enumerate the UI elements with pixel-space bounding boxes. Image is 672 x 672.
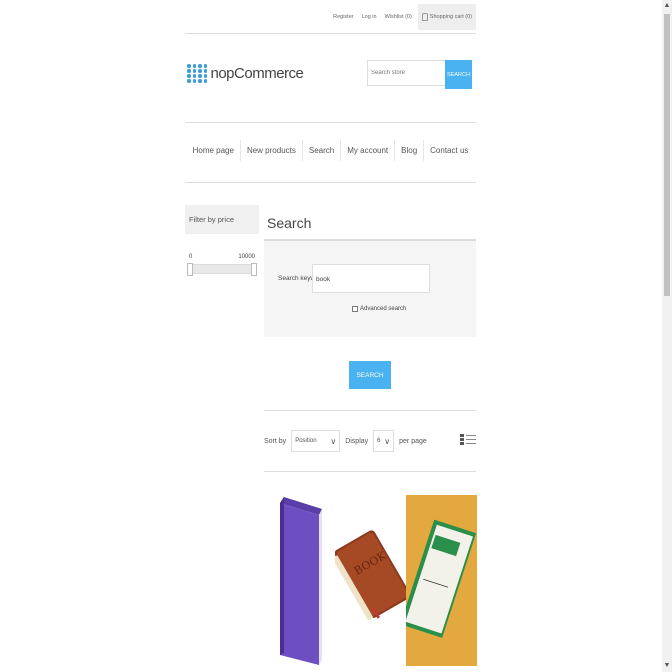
view-mode-icon[interactable] <box>460 434 476 445</box>
search-main: Search Search keyword: book Advanced sea… <box>264 205 477 666</box>
top-menu: Home page New products Search My account… <box>185 140 476 161</box>
shopping-bag-icon <box>421 13 428 21</box>
divider <box>185 33 476 34</box>
divider <box>185 122 476 123</box>
product-grid: BOOK <box>264 495 477 666</box>
register-link[interactable]: Register <box>333 14 353 20</box>
scroll-down-icon[interactable]: ▼ <box>662 660 672 672</box>
per-page-label: per page <box>399 437 427 445</box>
scroll-up-icon[interactable]: ▲ <box>662 0 672 12</box>
search-store-button[interactable]: SEARCH <box>445 60 472 89</box>
logo-text: nopCommerce <box>210 64 304 82</box>
checkbox-icon <box>352 306 358 312</box>
search-button[interactable]: SEARCH <box>349 361 391 389</box>
scrollbar-thumb[interactable] <box>664 14 670 296</box>
page-size-select[interactable]: 6 ∨ <box>373 430 395 452</box>
product-image-brown-book[interactable]: BOOK <box>332 495 411 666</box>
cart-label: Shopping cart (0) <box>429 14 472 20</box>
sort-select[interactable]: Position ∨ <box>291 430 341 452</box>
search-panel: Search keyword: book Advanced search <box>264 241 476 337</box>
advanced-search-label: Advanced search <box>360 306 407 312</box>
display-label: Display <box>345 437 369 445</box>
logo[interactable]: nopCommerce <box>187 64 304 83</box>
keyword-input[interactable]: book <box>312 264 430 293</box>
shopping-cart-link[interactable]: Shopping cart (0) <box>417 4 476 30</box>
price-filter: Filter by price 0 10000 <box>185 205 259 276</box>
wishlist-link[interactable]: Wishlist (0) <box>385 14 412 20</box>
price-slider[interactable] <box>187 263 257 276</box>
divider <box>264 410 476 411</box>
login-link[interactable]: Log in <box>362 14 377 20</box>
product-controls: Sort by Position ∨ Display 6 ∨ per page <box>264 430 476 452</box>
page-title: Search <box>267 215 312 231</box>
advanced-search-checkbox[interactable]: Advanced search <box>352 306 406 312</box>
price-range-labels: 0 10000 <box>185 254 259 260</box>
search-store-input[interactable] <box>367 60 445 86</box>
divider <box>264 471 476 472</box>
menu-contact-us[interactable]: Contact us <box>423 140 474 161</box>
store-search: SEARCH <box>367 60 472 89</box>
product-image-green-book[interactable] <box>400 495 477 666</box>
slider-handle-min[interactable] <box>187 263 193 276</box>
product-image-purple-book[interactable] <box>264 495 335 666</box>
menu-new-products[interactable]: New products <box>239 140 302 161</box>
slider-handle-max[interactable] <box>251 263 257 276</box>
menu-my-account[interactable]: My account <box>340 140 394 161</box>
price-filter-title: Filter by price <box>185 205 259 234</box>
sort-value: Position <box>295 438 317 444</box>
chevron-down-icon: ∨ <box>384 436 391 446</box>
chevron-down-icon: ∨ <box>330 436 337 446</box>
menu-home-page[interactable]: Home page <box>187 140 240 161</box>
scrollbar[interactable]: ▲ ▼ <box>662 0 672 672</box>
header-links: Register Log in Wishlist (0) Shopping ca… <box>325 4 476 30</box>
logo-dots-icon <box>187 64 208 83</box>
menu-search[interactable]: Search <box>301 140 340 161</box>
sort-label: Sort by <box>264 437 287 445</box>
page-size-value: 6 <box>377 438 381 444</box>
price-max: 10000 <box>238 254 255 260</box>
menu-blog[interactable]: Blog <box>394 140 423 161</box>
divider <box>185 182 476 183</box>
price-min: 0 <box>189 254 193 260</box>
